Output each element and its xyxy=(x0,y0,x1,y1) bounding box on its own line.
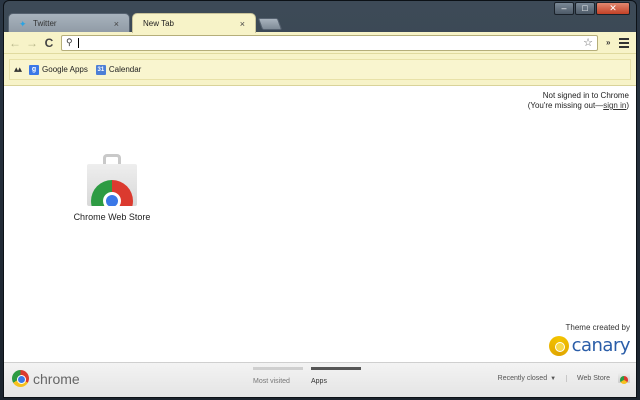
page-switcher: Most visited Apps xyxy=(253,367,361,385)
recently-closed-menu[interactable]: Recently closed ▼ xyxy=(497,374,568,382)
bookmark-label: Google Apps xyxy=(42,65,88,74)
close-tab-icon[interactable]: × xyxy=(240,19,245,29)
chrome-brand: chrome xyxy=(12,370,80,387)
bookmarks-bar: ▴▴ g Google Apps 31 Calendar xyxy=(4,54,636,86)
tab-apps[interactable]: Apps xyxy=(311,367,361,385)
back-arrow-icon[interactable]: ← xyxy=(8,36,22,50)
new-tab-footer: chrome Most visited Apps Recently closed… xyxy=(4,362,636,397)
maximize-button[interactable]: □ xyxy=(575,2,595,15)
chrome-logo-icon xyxy=(91,180,133,206)
signin-hint-prefix: (You're missing out— xyxy=(527,101,604,110)
bookmark-google-apps[interactable]: g Google Apps xyxy=(29,64,88,75)
browser-window: – □ ✕ ✦ Twitter × New Tab × ← → C ⚲ ☆ » … xyxy=(3,0,637,398)
omnibox[interactable]: ⚲ ☆ xyxy=(61,34,598,51)
calendar-icon: 31 xyxy=(95,64,106,75)
tab-title: Twitter xyxy=(33,19,57,28)
omnibox-input[interactable] xyxy=(78,37,584,48)
chrome-web-store-icon xyxy=(87,154,137,206)
theme-credit: Theme created by canary xyxy=(548,323,631,356)
bookmark-label: Calendar xyxy=(108,65,142,74)
apps-shortcut-icon[interactable]: ▴▴ xyxy=(14,64,22,75)
canary-logo-icon xyxy=(548,335,569,356)
close-tab-icon[interactable]: × xyxy=(114,19,119,29)
browser-toolbar: ← → C ⚲ ☆ » xyxy=(4,32,636,54)
tab-new-tab[interactable]: New Tab × xyxy=(132,13,256,33)
menu-icon[interactable] xyxy=(619,37,630,48)
theme-author[interactable]: canary xyxy=(548,335,631,356)
signin-promo: Not signed in to Chrome (You're missing … xyxy=(528,91,629,111)
tab-strip: ✦ Twitter × New Tab × xyxy=(8,13,568,33)
extensions-overflow-icon[interactable]: » xyxy=(606,38,610,47)
recently-closed-label: Recently closed xyxy=(497,374,548,382)
twitter-bird-icon: ✦ xyxy=(19,18,27,29)
theme-author-name: canary xyxy=(571,335,631,356)
tab-twitter[interactable]: ✦ Twitter × xyxy=(8,13,130,33)
chrome-logo-icon xyxy=(12,370,29,387)
app-tile-chrome-web-store[interactable]: Chrome Web Store xyxy=(64,154,160,222)
chrome-wordmark: chrome xyxy=(33,370,80,387)
web-store-icon[interactable] xyxy=(618,373,630,384)
tab-title: New Tab xyxy=(143,19,174,28)
forward-arrow-icon[interactable]: → xyxy=(25,36,39,50)
app-label: Chrome Web Store xyxy=(73,212,151,222)
bookmarks-bar-inner: ▴▴ g Google Apps 31 Calendar xyxy=(9,59,631,80)
signin-status: Not signed in to Chrome xyxy=(542,91,629,100)
web-store-link[interactable]: Web Store xyxy=(577,375,610,382)
reload-icon[interactable]: C xyxy=(42,36,56,50)
google-apps-icon: g xyxy=(29,64,40,75)
chevron-down-icon: ▼ xyxy=(550,375,557,382)
close-window-button[interactable]: ✕ xyxy=(596,2,630,15)
theme-credit-label: Theme created by xyxy=(565,323,630,332)
tab-most-visited[interactable]: Most visited xyxy=(253,367,303,385)
sign-in-link[interactable]: sign in xyxy=(603,101,626,110)
new-tab-page: Not signed in to Chrome (You're missing … xyxy=(4,86,636,362)
search-icon: ⚲ xyxy=(66,37,73,47)
signin-hint: (You're missing out—sign in) xyxy=(528,101,629,111)
bookmark-calendar[interactable]: 31 Calendar xyxy=(95,64,142,75)
footer-actions: Recently closed ▼ Web Store xyxy=(497,373,630,384)
signin-hint-suffix: ) xyxy=(626,101,629,110)
bookmark-star-icon[interactable]: ☆ xyxy=(583,36,593,49)
new-tab-button[interactable] xyxy=(257,18,283,30)
